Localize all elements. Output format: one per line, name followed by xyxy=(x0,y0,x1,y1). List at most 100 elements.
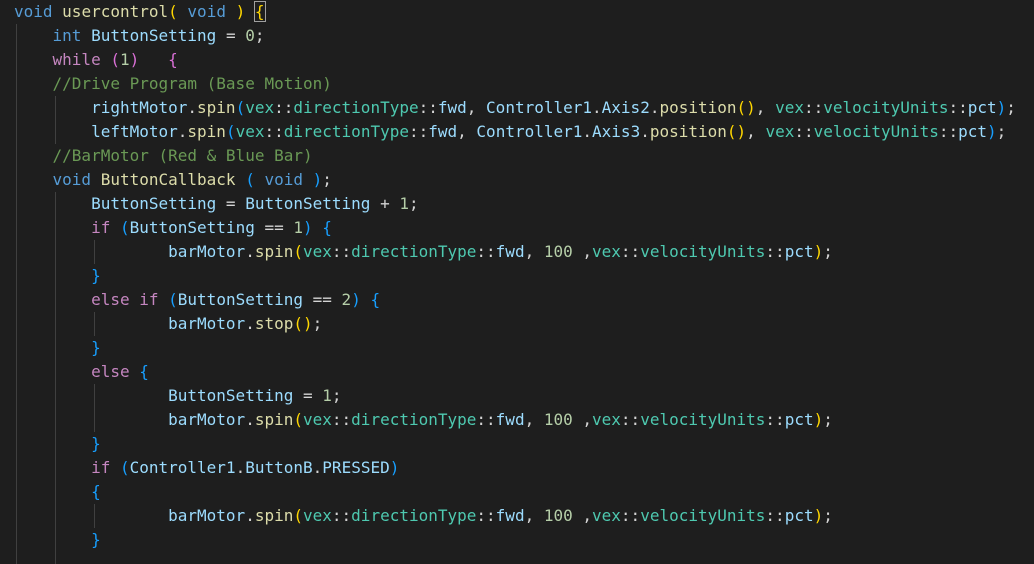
code-token: 1 xyxy=(119,50,130,69)
code-line[interactable]: leftMotor.spin(vex::directionType::fwd, … xyxy=(14,120,1006,144)
code-token: directionType xyxy=(351,410,477,429)
code-token: = xyxy=(293,386,323,405)
code-line[interactable]: barMotor.spin(vex::directionType::fwd, 1… xyxy=(14,408,833,432)
code-line[interactable]: else if (ButtonSetting == 2) { xyxy=(14,288,380,312)
code-token: else xyxy=(91,290,130,309)
code-token: 1 xyxy=(322,386,332,405)
code-token: spin xyxy=(254,242,294,261)
code-token: directionType xyxy=(351,506,477,525)
code-token: Controller1 xyxy=(476,122,583,141)
code-token: :: xyxy=(794,122,814,141)
code-token: void xyxy=(187,2,226,21)
code-line[interactable]: void ButtonCallback ( void ); xyxy=(14,168,332,192)
code-line[interactable]: //BarMotor (Red & Blue Bar) xyxy=(14,144,313,168)
code-token: vex xyxy=(245,98,275,117)
code-token: :: xyxy=(620,410,641,429)
code-token: fwd xyxy=(428,122,458,141)
code-token: 100 xyxy=(543,506,573,525)
code-token: void xyxy=(14,2,53,21)
code-line[interactable]: void usercontrol( void ) { xyxy=(14,0,266,24)
code-token: , xyxy=(524,506,544,525)
code-token: :: xyxy=(803,98,824,117)
code-token: ) xyxy=(351,290,361,309)
code-line[interactable]: barMotor.stop(); xyxy=(14,312,322,336)
code-token: velocityUnits xyxy=(823,98,949,117)
code-line[interactable]: { xyxy=(14,480,101,504)
code-token: ( xyxy=(235,98,246,117)
code-token: ) xyxy=(235,2,246,21)
code-token: pct xyxy=(967,98,997,117)
code-token: ( xyxy=(293,410,303,429)
code-token: ( xyxy=(168,290,178,309)
code-token: void xyxy=(264,170,304,189)
code-line[interactable]: //Drive Program (Base Motion) xyxy=(14,72,332,96)
code-token: :: xyxy=(620,506,641,525)
code-token: { xyxy=(91,482,101,501)
code-line[interactable]: } xyxy=(14,432,101,456)
code-editor[interactable]: void usercontrol( void ) { int ButtonSet… xyxy=(0,0,1034,564)
code-token: ; xyxy=(823,410,833,429)
code-line[interactable]: rightMotor.spin(vex::directionType::fwd,… xyxy=(14,96,1016,120)
code-token: . xyxy=(245,506,255,525)
code-token: ( xyxy=(245,170,255,189)
code-line[interactable]: } xyxy=(14,528,101,552)
code-line[interactable]: barMotor.spin(vex::directionType::fwd, 1… xyxy=(14,504,833,528)
code-token: position xyxy=(649,122,727,141)
code-token: . xyxy=(245,410,255,429)
code-token: } xyxy=(91,434,101,453)
code-token: //BarMotor (Red & Blue Bar) xyxy=(52,146,313,165)
code-line[interactable]: } xyxy=(14,336,101,360)
code-token: :: xyxy=(765,410,785,429)
code-token: fwd xyxy=(495,242,525,261)
code-line[interactable]: while (1) { xyxy=(14,48,178,72)
code-line[interactable]: int ButtonSetting = 0; xyxy=(14,24,265,48)
code-token: usercontrol xyxy=(62,2,169,21)
code-token: pct xyxy=(784,410,814,429)
code-token: ButtonSetting xyxy=(177,290,304,309)
code-token: , xyxy=(524,410,544,429)
code-token: :: xyxy=(938,122,959,141)
code-token: :: xyxy=(408,122,429,141)
code-token: . xyxy=(312,458,323,477)
code-token: ) xyxy=(312,170,323,189)
code-token: { xyxy=(370,290,381,309)
code-token: ( xyxy=(225,122,236,141)
code-token: :: xyxy=(274,98,294,117)
code-token: 100 xyxy=(543,410,573,429)
code-token: vex xyxy=(303,506,332,525)
code-line[interactable]: if (ButtonSetting == 1) { xyxy=(14,216,332,240)
code-token: spin xyxy=(187,122,226,141)
code-line[interactable]: } xyxy=(14,264,101,288)
code-token: , xyxy=(572,410,593,429)
code-token: ; xyxy=(254,26,265,45)
code-token: } xyxy=(91,266,101,285)
code-line[interactable]: ButtonSetting = ButtonSetting + 1; xyxy=(14,192,419,216)
code-token: ButtonCallback xyxy=(100,170,236,189)
code-token: ( xyxy=(119,218,130,237)
code-line[interactable]: else { xyxy=(14,360,149,384)
code-token: { xyxy=(253,1,266,22)
code-token: barMotor xyxy=(168,506,246,525)
code-token: vex xyxy=(775,98,804,117)
code-line[interactable]: barMotor.spin(vex::directionType::fwd, 1… xyxy=(14,240,833,264)
code-line[interactable]: if (Controller1.ButtonB.PRESSED) xyxy=(14,456,399,480)
code-token: :: xyxy=(765,242,785,261)
code-line[interactable]: ButtonSetting = 1; xyxy=(14,384,341,408)
code-token: ButtonSetting xyxy=(168,386,294,405)
code-token: , xyxy=(524,242,544,261)
code-token: == xyxy=(303,290,342,309)
code-token: if xyxy=(91,458,111,477)
